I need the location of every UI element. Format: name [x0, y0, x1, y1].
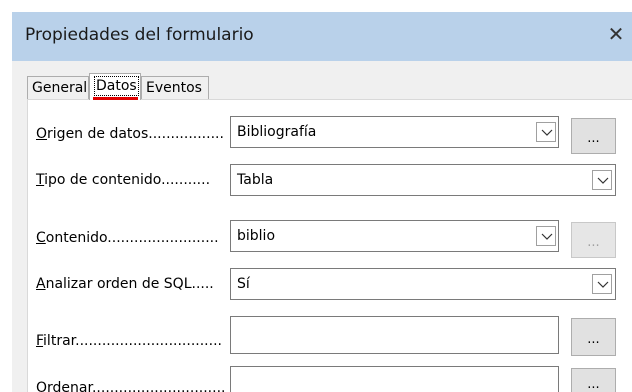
origen-value: Bibliografía	[237, 124, 317, 140]
analizar-value: Sí	[237, 276, 250, 292]
contenido-value: biblio	[237, 228, 276, 244]
filtrar-browse-button[interactable]: ...	[571, 318, 616, 356]
tipo-combobox[interactable]: Tabla	[230, 164, 616, 196]
selected-tab-indicator	[93, 97, 138, 100]
analizar-label: Analizar orden de SQL.....	[36, 276, 214, 292]
filtrar-input[interactable]	[230, 316, 559, 354]
tab-eventos-label: Eventos	[146, 80, 202, 96]
title-bar: Propiedades del formulario ✕	[0, 0, 632, 61]
filtrar-label: Filtrar.................................	[36, 333, 222, 349]
tipo-label: Tipo de contenido...........	[36, 172, 210, 188]
origen-browse-button[interactable]: ...	[571, 118, 616, 154]
contenido-label-mnemonic: C	[36, 230, 46, 246]
filtrar-label-text: iltrar.................................	[43, 333, 222, 349]
tab-datos-label: Datos	[94, 76, 139, 96]
tab-general-label: General	[32, 80, 88, 96]
ordenar-browse-button[interactable]: ...	[571, 368, 616, 392]
ordenar-input[interactable]	[230, 366, 559, 392]
tab-general[interactable]: General	[27, 76, 89, 99]
origen-label-mnemonic: O	[36, 126, 48, 142]
chevron-down-icon[interactable]	[536, 226, 556, 246]
tipo-value: Tabla	[237, 172, 274, 188]
origen-label: Origen de datos.................	[36, 126, 224, 142]
contenido-combobox[interactable]: biblio	[230, 220, 559, 252]
contenido-browse-button[interactable]: ...	[571, 222, 616, 258]
tab-eventos[interactable]: Eventos	[141, 76, 209, 99]
close-icon[interactable]: ✕	[604, 22, 628, 46]
tab-datos[interactable]: Datos	[89, 73, 141, 100]
origen-label-text: rigen de datos.................	[47, 126, 224, 142]
analizar-combobox[interactable]: Sí	[230, 268, 616, 300]
chevron-down-icon[interactable]	[592, 170, 612, 190]
ordenar-label: Ordenar..............................	[36, 380, 225, 392]
origen-combobox[interactable]: Bibliografía	[230, 116, 559, 148]
ordenar-label-text: rdenar..............................	[47, 380, 226, 392]
window-title: Propiedades del formulario	[25, 25, 254, 45]
ordenar-label-mnemonic: O	[36, 380, 48, 392]
contenido-label: Contenido.........................	[36, 230, 219, 246]
analizar-label-text: nalizar orden de SQL.....	[45, 276, 214, 292]
tipo-label-text: ipo de contenido...........	[44, 172, 211, 188]
contenido-label-text: ontenido.........................	[45, 230, 219, 246]
tipo-label-mnemonic: T	[36, 172, 45, 188]
chevron-down-icon[interactable]	[536, 122, 556, 142]
chevron-down-icon[interactable]	[592, 274, 612, 294]
filtrar-label-mnemonic: F	[36, 333, 44, 349]
analizar-label-mnemonic: A	[36, 276, 46, 292]
